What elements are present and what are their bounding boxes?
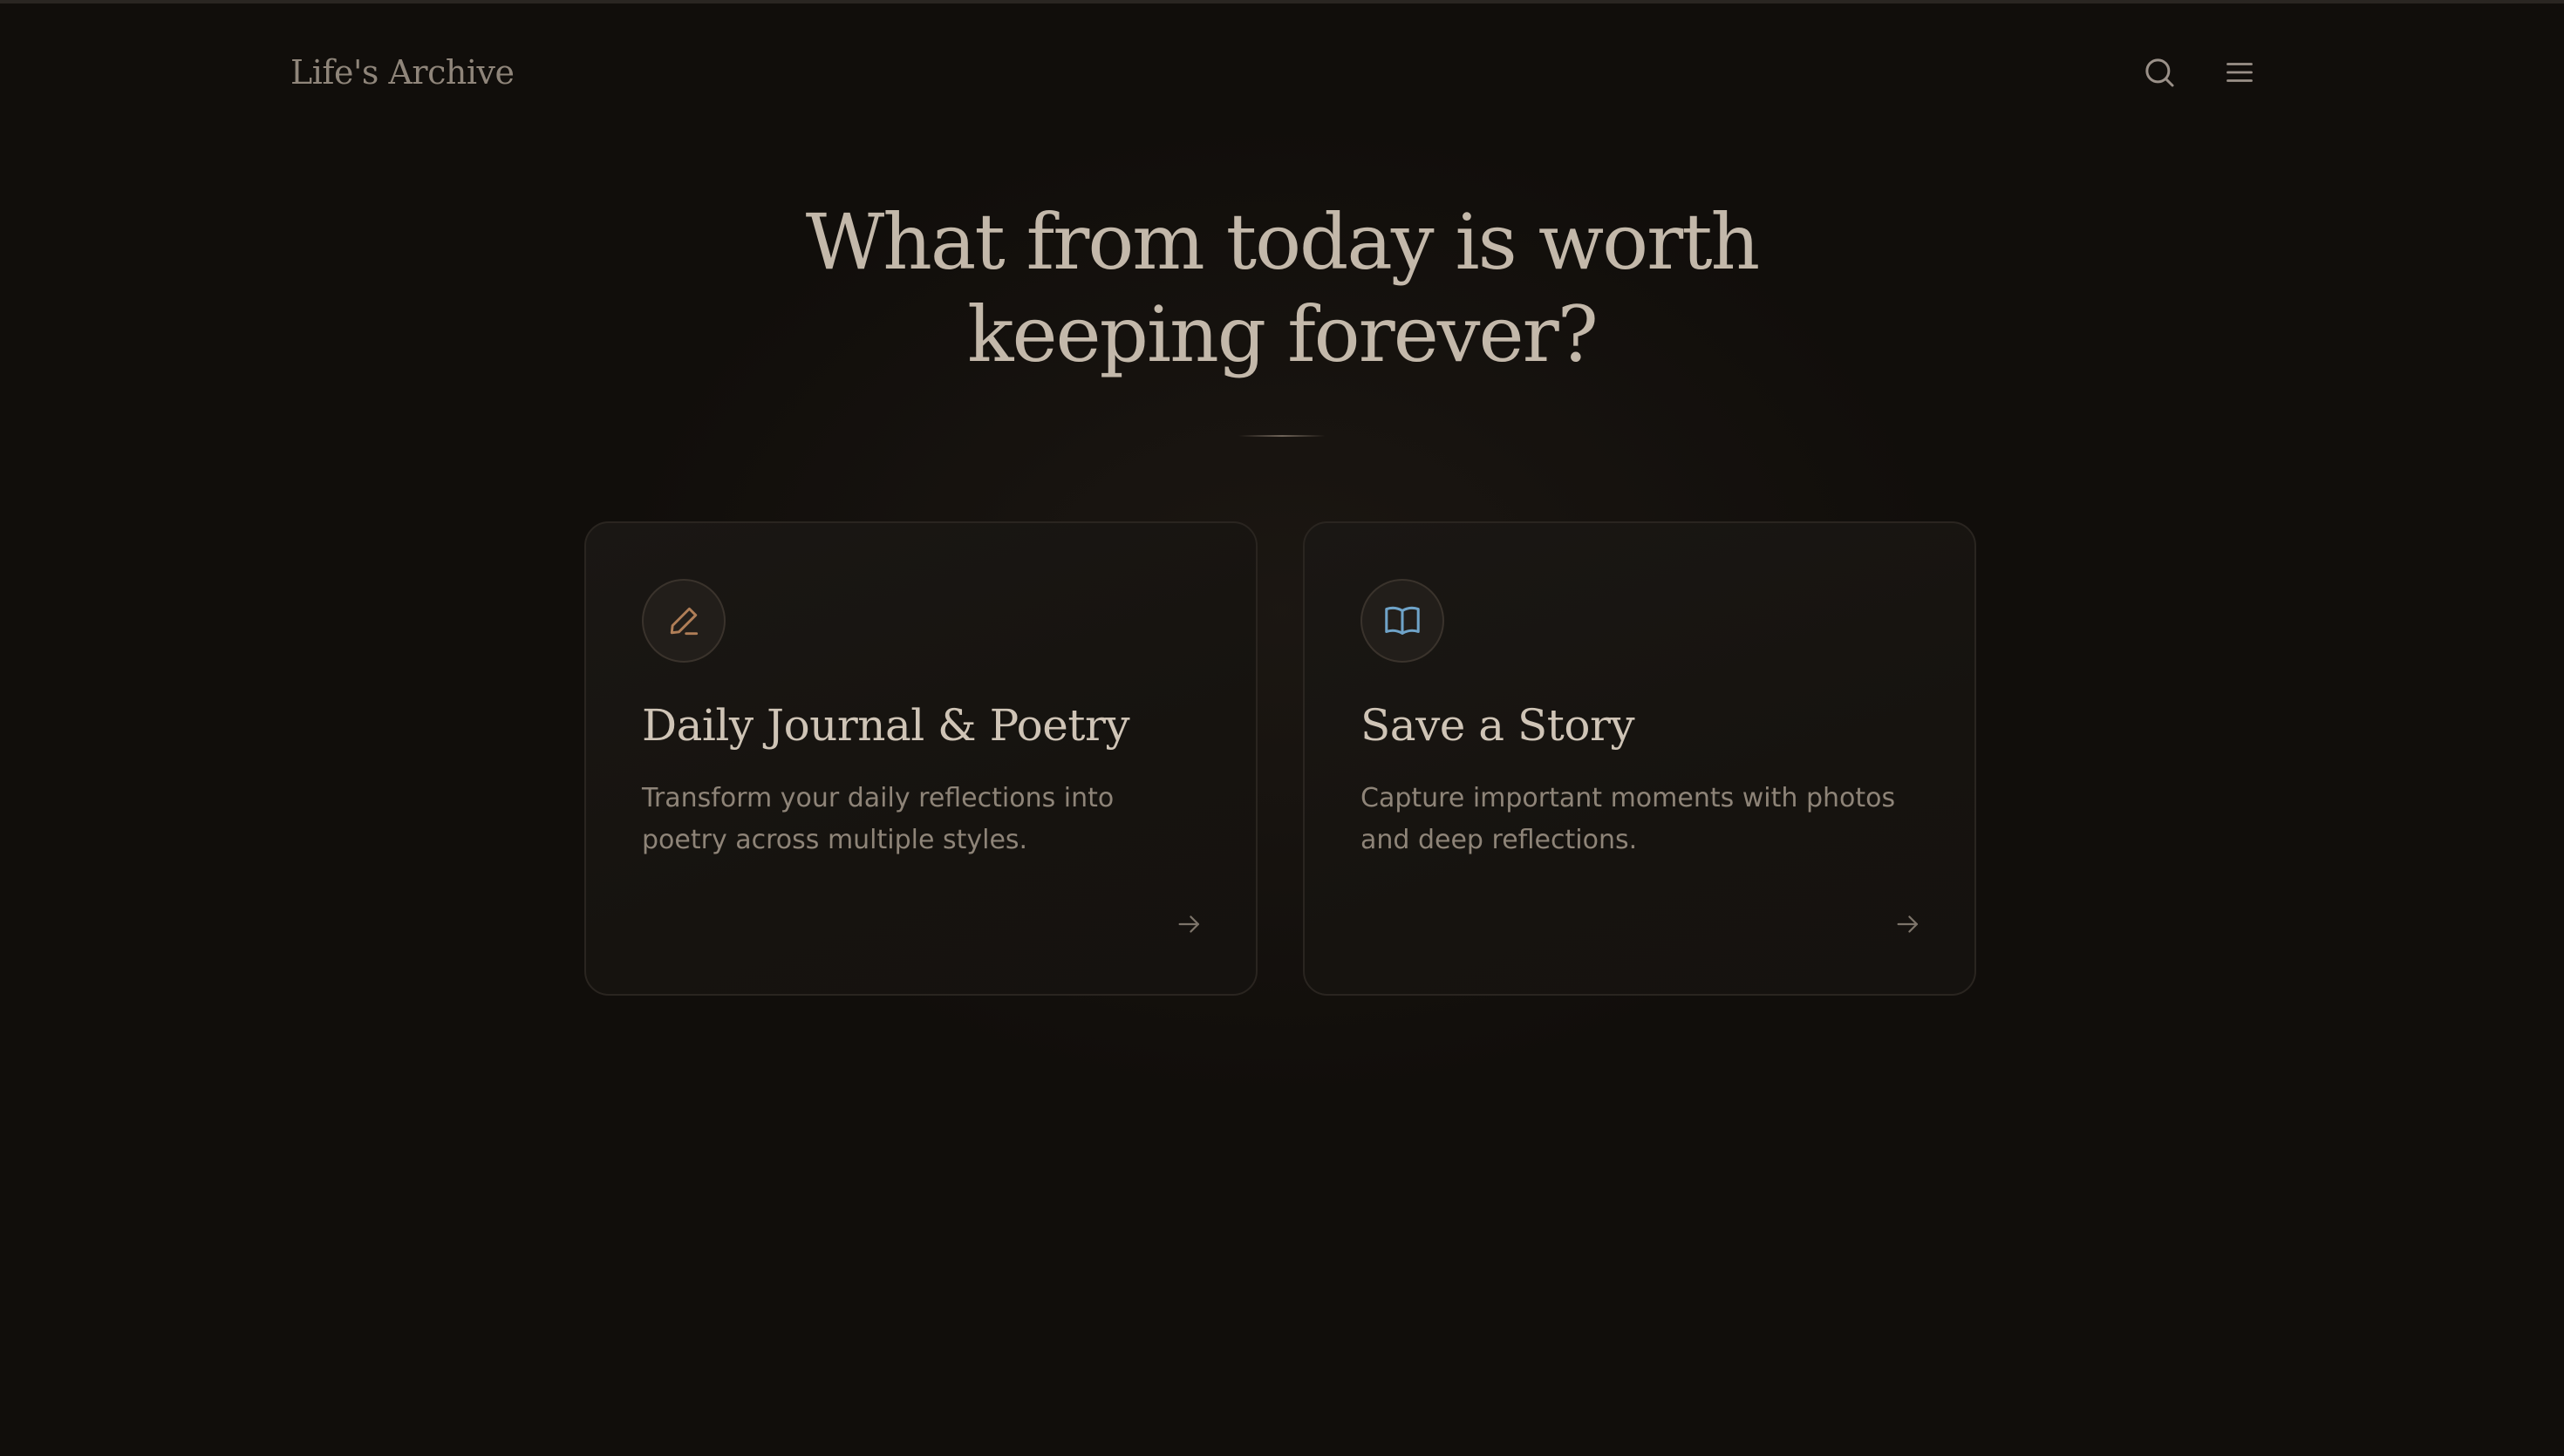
card-description: Capture important moments with photos an… [1360,783,1896,855]
card-title: Save a Story [1360,700,1635,751]
hero-divider [1238,435,1326,437]
book-open-icon [1360,579,1444,663]
arrow-right-icon[interactable] [1889,905,1927,943]
menu-button[interactable] [2213,46,2266,99]
card-description: Transform your daily reflections into po… [642,783,1115,855]
search-icon [2142,55,2177,90]
hero-title: What from today is worth keeping forever… [672,196,1892,381]
brand-logo[interactable]: Life's Archive [290,51,515,94]
menu-icon [2223,56,2256,89]
top-border [0,0,2564,3]
search-button[interactable] [2133,46,2186,99]
hero-title-line-2: keeping forever? [967,289,1599,379]
pencil-icon [642,579,726,663]
arrow-right-icon[interactable] [1170,905,1209,943]
hero-title-line-1: What from today is worth [805,197,1760,287]
card-title: Daily Journal & Poetry [642,700,1130,751]
card-daily-journal[interactable]: Daily Journal & Poetry Transform your da… [584,521,1258,996]
card-save-story[interactable]: Save a Story Capture important moments w… [1303,521,1976,996]
